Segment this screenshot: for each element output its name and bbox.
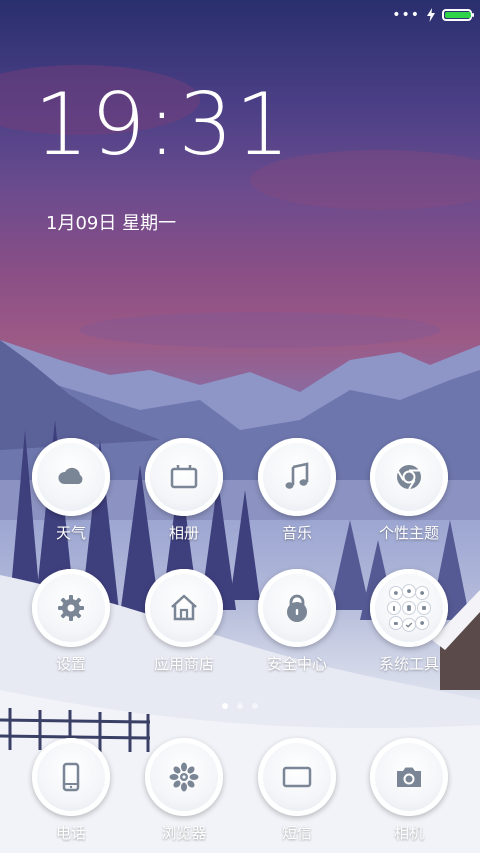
app-label: 个性主题	[378, 524, 439, 542]
app-icon-bg	[32, 569, 110, 647]
more-dots-icon: •••	[392, 7, 420, 23]
lockscreen-date: 1月09日 星期一	[46, 213, 177, 234]
camera-icon	[397, 767, 421, 787]
battery-icon	[442, 9, 474, 21]
app-label: 音乐	[281, 524, 312, 542]
dock-camera[interactable]: 相机	[369, 738, 449, 843]
lightning-icon	[427, 8, 435, 22]
page-dot-1[interactable]	[222, 703, 228, 709]
app-gallery[interactable]: 相册	[144, 438, 224, 543]
app-label: 相册	[168, 524, 199, 542]
app-settings[interactable]: 设置	[31, 569, 111, 674]
app-label: 天气	[55, 524, 86, 542]
app-icon-bg	[145, 569, 223, 647]
dock-phone[interactable]: 电话	[31, 738, 111, 843]
cloud-icon	[58, 467, 83, 484]
browser-icon	[169, 762, 199, 792]
app-system-tools-folder[interactable]: 系统工具	[369, 569, 449, 674]
app-label: 电话	[55, 824, 86, 842]
app-icon-bg	[258, 438, 336, 516]
home-store-icon	[171, 594, 197, 621]
app-icon-bg	[145, 438, 223, 516]
app-label: 应用商店	[153, 655, 214, 673]
app-icon-bg	[32, 738, 110, 816]
app-label: 系统工具	[378, 655, 439, 673]
app-icon-bg	[32, 438, 110, 516]
app-security[interactable]: 安全中心	[257, 569, 337, 674]
app-themes[interactable]: 个性主题	[369, 438, 449, 543]
app-label: 安全中心	[266, 655, 327, 673]
app-icon-bg	[370, 438, 448, 516]
app-icon-bg	[258, 569, 336, 647]
tools-folder-icon	[386, 584, 432, 632]
app-weather[interactable]: 天气	[31, 438, 111, 543]
app-label: 短信	[281, 824, 312, 842]
app-label: 浏览器	[161, 824, 207, 842]
app-icon-bg	[258, 738, 336, 816]
status-bar: •••	[392, 6, 474, 24]
gear-icon	[58, 595, 84, 621]
lockscreen-time: 19:31	[34, 75, 292, 175]
lock-icon	[287, 594, 307, 622]
phone-icon	[62, 762, 80, 792]
page-dot-2[interactable]	[237, 703, 243, 709]
page-dot-3[interactable]	[252, 703, 258, 709]
page-indicator	[0, 703, 480, 709]
dock-browser[interactable]: 浏览器	[144, 738, 224, 843]
app-label: 相机	[393, 824, 424, 842]
chrome-theme-icon	[397, 465, 421, 490]
dock-messages[interactable]: 短信	[257, 738, 337, 843]
app-label: 设置	[55, 655, 86, 673]
app-store[interactable]: 应用商店	[144, 569, 224, 674]
battery-level	[445, 12, 471, 18]
app-icon-bg	[370, 569, 448, 647]
app-icon-bg	[370, 738, 448, 816]
music-note-icon	[285, 462, 309, 489]
app-icon-bg	[145, 738, 223, 816]
gallery-icon	[170, 465, 198, 489]
message-icon	[282, 766, 312, 788]
app-music[interactable]: 音乐	[257, 438, 337, 543]
